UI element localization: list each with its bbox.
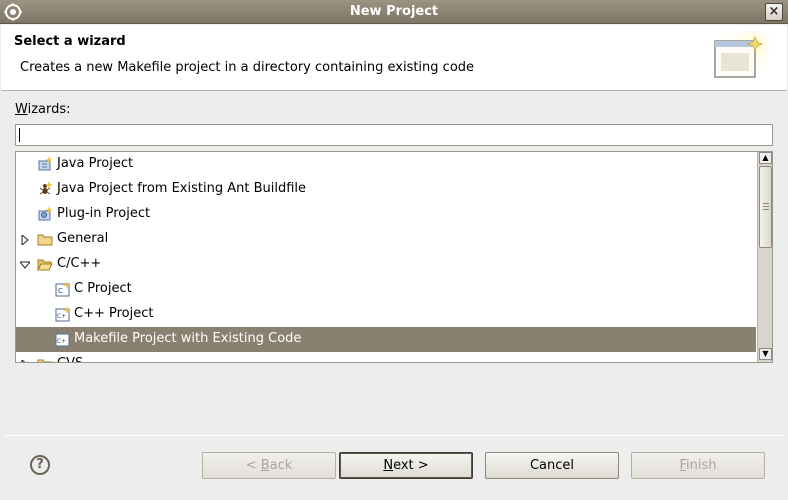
svg-text:C+: C+ (57, 338, 66, 345)
plugin-project-icon (37, 206, 53, 222)
java-project-icon (37, 156, 53, 172)
tree-vertical-scrollbar[interactable]: ▲ ▼ (757, 152, 772, 362)
tree-item[interactable]: Plug-in Project (16, 202, 756, 227)
tree-item[interactable]: C+ Makefile Project with Existing Code (16, 327, 756, 352)
title-bar: New Project × (0, 0, 788, 24)
window-title: New Project (349, 4, 439, 19)
folder-icon (37, 356, 53, 362)
folder-open-icon (37, 256, 53, 272)
expanded-twisty-icon[interactable] (18, 259, 32, 269)
next-button[interactable]: Next > (339, 452, 473, 479)
collapsed-twisty-icon[interactable] (20, 233, 30, 247)
tree-item[interactable]: C+ C++ Project (16, 302, 756, 327)
tree-item-label: Java Project from Existing Ant Buildfile (57, 181, 307, 196)
tree-item-label: CVS (57, 356, 83, 362)
tree-item[interactable]: Java Project (16, 152, 756, 177)
new-wizard-icon (711, 31, 769, 85)
svg-text:C+: C+ (57, 313, 66, 320)
text-caret (19, 128, 20, 142)
tree-item[interactable]: C/C++ (16, 252, 756, 277)
page-description: Creates a new Makefile project in a dire… (20, 60, 475, 75)
makefile-project-icon: C+ (55, 331, 71, 347)
cpp-project-icon: C+ (55, 306, 71, 322)
wizard-tree[interactable]: Java Project Java Project from Existing A… (15, 151, 773, 363)
wizard-filter-input[interactable] (15, 124, 773, 146)
wizards-label: Wizards: (15, 102, 71, 117)
tree-item[interactable]: C C Project (16, 277, 756, 302)
help-button[interactable]: ? (30, 455, 50, 475)
scroll-down-arrow[interactable]: ▼ (759, 348, 772, 360)
close-button[interactable]: × (765, 3, 783, 21)
tree-item-label: C Project (74, 281, 132, 296)
tree-item[interactable]: CVS (16, 352, 756, 362)
ant-icon (37, 181, 53, 197)
tree-item[interactable]: Java Project from Existing Ant Buildfile (16, 177, 756, 202)
scroll-thumb[interactable] (759, 166, 772, 248)
c-project-icon: C (55, 281, 71, 297)
scroll-up-arrow[interactable]: ▲ (759, 152, 772, 164)
tree-item-label: General (57, 231, 109, 246)
back-button[interactable]: < Back (202, 452, 336, 479)
tree-item-label: C/C++ (57, 256, 102, 271)
collapsed-twisty-icon[interactable] (20, 358, 30, 362)
tree-item-label: C++ Project (74, 306, 154, 321)
wizard-banner: Select a wizard Creates a new Makefile p… (1, 25, 787, 91)
folder-icon (37, 231, 53, 247)
button-separator (5, 435, 783, 436)
finish-button[interactable]: Finish (631, 452, 765, 479)
tree-item-label: Makefile Project with Existing Code (74, 331, 302, 346)
cancel-button[interactable]: Cancel (485, 452, 619, 479)
page-title: Select a wizard (14, 34, 126, 49)
tree-item[interactable]: General (16, 227, 756, 252)
tree-item-label: Plug-in Project (57, 206, 151, 221)
tree-item-label: Java Project (57, 156, 134, 171)
svg-text:C: C (58, 287, 63, 295)
